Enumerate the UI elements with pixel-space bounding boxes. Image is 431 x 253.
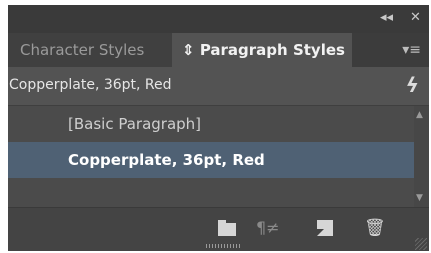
scroll-down-arrow-icon[interactable]: ▼ [416, 193, 423, 203]
resize-grip[interactable] [206, 244, 240, 248]
double-left-arrow-icon[interactable]: ◂◂ [380, 10, 393, 25]
page-fold-shape [317, 229, 324, 236]
panel-menu-icon[interactable]: ▾≡ [402, 42, 421, 58]
panel-tabbar: Character Styles ⇕ Paragraph Styles ▾≡ [8, 33, 429, 67]
panel-titlebar: ◂◂ ✕ [8, 5, 429, 33]
sort-arrows-icon: ⇕ [182, 41, 195, 59]
scroll-up-arrow-icon[interactable]: ▲ [416, 110, 423, 120]
paragraph-styles-panel: ◂◂ ✕ Character Styles ⇕ Paragraph Styles… [8, 5, 429, 251]
tab-label: Paragraph Styles [199, 41, 345, 59]
clear-overrides-icon[interactable]: ¶≠ [256, 218, 280, 238]
folder-body-shape [218, 223, 236, 236]
list-scrollbar[interactable]: ▲ ▼ [414, 106, 429, 207]
delete-icon[interactable]: 🗑 [364, 218, 386, 238]
lightning-bolt-icon[interactable]: ϟ [406, 73, 419, 97]
current-style-bar: Copperplate, 36pt, Red ϟ [8, 67, 429, 106]
panel-bottom-toolbar: ¶≠ 🗑 [8, 207, 429, 251]
list-item-label: [Basic Paragraph] [68, 115, 202, 133]
close-icon[interactable]: ✕ [410, 10, 421, 25]
tab-label: Character Styles [20, 41, 145, 59]
create-new-style-icon[interactable] [316, 218, 336, 238]
tab-paragraph-styles[interactable]: ⇕ Paragraph Styles [172, 33, 352, 67]
list-item[interactable]: [Basic Paragraph] [8, 106, 414, 142]
new-style-group-icon[interactable] [218, 218, 238, 238]
list-item-label: Copperplate, 36pt, Red [68, 151, 265, 169]
style-list: [Basic Paragraph] Copperplate, 36pt, Red [8, 106, 414, 207]
list-item-selected[interactable]: Copperplate, 36pt, Red [8, 142, 414, 178]
current-style-label: Copperplate, 36pt, Red [9, 77, 172, 93]
corner-resize-handle[interactable] [415, 238, 427, 250]
tab-character-styles[interactable]: Character Styles [8, 33, 172, 67]
